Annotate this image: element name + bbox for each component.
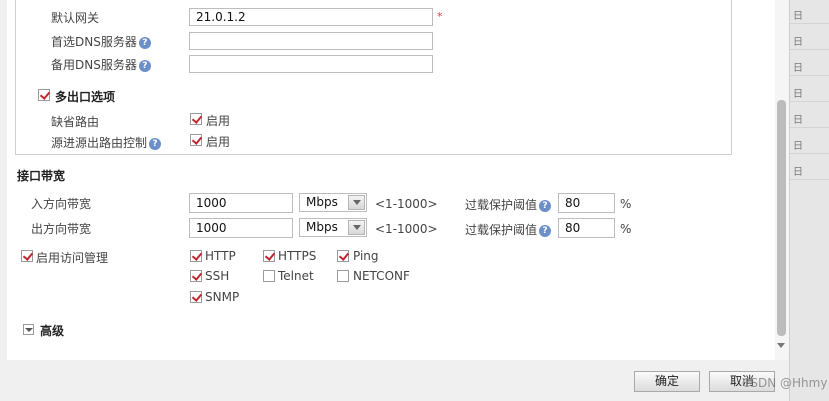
help-icon[interactable]: ?	[138, 59, 151, 72]
source-route-label: 源进源出路由控制?	[51, 134, 162, 151]
background-row: 日	[790, 82, 829, 102]
gateway-input[interactable]: 21.0.1.2	[189, 8, 433, 26]
inbound-bandwidth-input[interactable]: 1000	[189, 193, 293, 213]
ok-button[interactable]: 确定	[634, 371, 700, 392]
default-route-checkbox[interactable]	[190, 113, 202, 125]
multi-egress-label: 多出口选项	[55, 90, 116, 104]
snmp-label: SNMP	[205, 290, 240, 304]
netconf-label: NETCONF	[353, 269, 410, 283]
netconf-checkbox[interactable]	[337, 270, 349, 282]
access-mgmt-label: 启用访问管理	[36, 251, 109, 265]
background-row: 日	[790, 108, 829, 128]
ssh-label: SSH	[205, 269, 230, 283]
http-checkbox[interactable]	[190, 250, 202, 262]
advanced-expander-icon[interactable]	[23, 324, 34, 335]
advanced-label[interactable]: 高级	[40, 322, 64, 339]
inbound-percent-sign: %	[620, 197, 632, 211]
default-route-option: 启用	[206, 114, 231, 128]
background-row: 日	[790, 56, 829, 76]
watermark: CSDN @Hhmy	[742, 376, 828, 390]
dns-primary-input[interactable]	[189, 32, 433, 50]
inbound-threshold-input[interactable]: 80	[558, 193, 615, 213]
default-route-label: 缺省路由	[51, 115, 100, 129]
source-route-checkbox[interactable]	[190, 134, 202, 146]
outbound-range-hint: <1-1000>	[375, 222, 438, 236]
dns-secondary-input[interactable]	[189, 55, 433, 73]
outbound-bandwidth-label: 出方向带宽	[31, 222, 92, 236]
bandwidth-section-title: 接口带宽	[17, 169, 66, 183]
background-row: 日	[790, 30, 829, 50]
inbound-unit-select[interactable]: Mbps	[299, 193, 367, 212]
scrollbar-thumb[interactable]	[777, 100, 786, 336]
outbound-percent-sign: %	[620, 222, 632, 236]
ssh-checkbox[interactable]	[190, 270, 202, 282]
inbound-range-hint: <1-1000>	[375, 197, 438, 211]
dns-secondary-label: 备用DNS服务器?	[51, 56, 151, 73]
telnet-label: Telnet	[278, 269, 314, 283]
https-label: HTTPS	[278, 249, 317, 263]
chevron-down-icon[interactable]	[348, 220, 365, 235]
inbound-bandwidth-label: 入方向带宽	[31, 197, 92, 211]
chevron-down-icon[interactable]	[348, 195, 365, 210]
http-label: HTTP	[205, 249, 236, 263]
help-icon[interactable]: ?	[149, 137, 162, 150]
inbound-threshold-label: 过载保护阈值?	[465, 196, 552, 213]
help-icon[interactable]: ?	[539, 224, 552, 237]
outbound-threshold-input[interactable]: 80	[558, 218, 615, 238]
outbound-bandwidth-input[interactable]: 1000	[189, 218, 293, 238]
outbound-threshold-label: 过载保护阈值?	[465, 221, 552, 238]
multi-egress-checkbox[interactable]	[38, 89, 50, 101]
dns-primary-label: 首选DNS服务器?	[51, 33, 151, 50]
background-row: 日	[790, 160, 829, 180]
required-mark: *	[437, 10, 443, 23]
help-icon[interactable]: ?	[539, 199, 552, 212]
outbound-unit-select[interactable]: Mbps	[299, 218, 367, 237]
form-panel: 默认网关 21.0.1.2 * 首选DNS服务器? 备用DNS服务器? 多出口选…	[7, 0, 776, 360]
access-mgmt-checkbox[interactable]	[21, 250, 33, 262]
snmp-checkbox[interactable]	[190, 291, 202, 303]
background-row: 日	[790, 134, 829, 154]
help-icon[interactable]: ?	[138, 36, 151, 49]
scroll-down-arrow-icon[interactable]	[777, 343, 785, 348]
source-route-option: 启用	[206, 135, 231, 149]
gateway-label: 默认网关	[51, 11, 100, 25]
interface-config-dialog: 默认网关 21.0.1.2 * 首选DNS服务器? 备用DNS服务器? 多出口选…	[0, 0, 789, 401]
https-checkbox[interactable]	[263, 250, 275, 262]
ping-checkbox[interactable]	[337, 250, 349, 262]
ping-label: Ping	[353, 249, 379, 263]
background-row: 日	[790, 4, 829, 24]
telnet-checkbox[interactable]	[263, 270, 275, 282]
